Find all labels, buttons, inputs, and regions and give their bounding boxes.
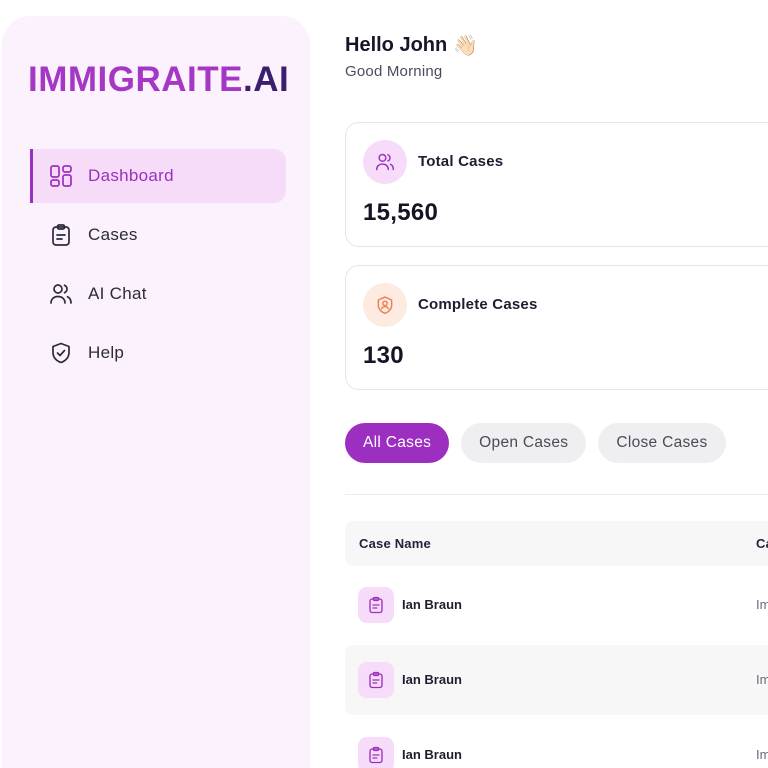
column-header-category[interactable]: Ca [756,536,768,551]
stat-value: 15,560 [363,199,439,226]
dashboard-grid-icon [48,163,74,189]
users-icon [363,140,407,184]
sidebar-item-label: Cases [88,225,138,244]
greeting-title: Hello John 👋🏻 [345,33,478,58]
case-category: Im [756,747,768,762]
case-name: Ian Braun [402,672,462,687]
stat-label: Total Cases [418,153,504,170]
sidebar: IMMIGRAITE. AI Dashboard Cases AI Chat H… [2,16,310,768]
sidebar-item-label: Dashboard [88,166,174,185]
sidebar-item-label: Help [88,343,125,362]
case-name: Ian Braun [402,597,462,612]
sidebar-item-ai-chat[interactable]: AI Chat [30,267,286,321]
case-category: Im [756,672,768,687]
table-row[interactable]: Ian Braun Im [345,720,768,768]
table-row[interactable]: Ian Braun Im [345,570,768,640]
logo-tld-text: AI [253,59,290,99]
stat-card-complete-cases[interactable]: Complete Cases 130 [345,265,768,390]
user-shield-icon [363,283,407,327]
clipboard-icon [358,662,394,698]
case-name: Ian Braun [402,747,462,762]
shield-check-icon [48,340,74,366]
column-header-case-name[interactable]: Case Name [359,536,431,551]
users-icon [48,281,74,307]
filter-open-cases[interactable]: Open Cases [461,423,587,463]
sidebar-item-dashboard[interactable]: Dashboard [30,149,286,203]
app-root: IMMIGRAITE. AI Dashboard Cases AI Chat H… [0,0,768,768]
sidebar-nav: Dashboard Cases AI Chat Help [30,149,286,385]
case-category: Im [756,597,768,612]
table-row[interactable]: Ian Braun Im [345,645,768,715]
sidebar-item-cases[interactable]: Cases [30,208,286,262]
waving-hand-icon: 👋🏻 [453,35,479,57]
clipboard-icon [358,587,394,623]
case-filter-tabs: All Cases Open Cases Close Cases [345,423,726,463]
filter-all-cases[interactable]: All Cases [345,423,450,463]
clipboard-icon [48,222,74,248]
section-divider [345,494,768,495]
greeting-text: Hello John [345,34,448,56]
stat-value: 130 [363,342,404,369]
logo-brand-text: IMMIGRAITE [28,59,243,99]
filter-close-cases[interactable]: Close Cases [598,423,726,463]
greeting-subtitle: Good Morning [345,63,443,80]
clipboard-icon [358,737,394,768]
table-header: Case Name Ca [345,521,768,566]
logo-dot: . [242,59,254,99]
sidebar-item-label: AI Chat [88,284,147,303]
stat-card-total-cases[interactable]: Total Cases 15,560 [345,122,768,247]
sidebar-item-help[interactable]: Help [30,326,286,380]
stat-label: Complete Cases [418,296,538,313]
brand-logo[interactable]: IMMIGRAITE. AI [28,58,289,100]
